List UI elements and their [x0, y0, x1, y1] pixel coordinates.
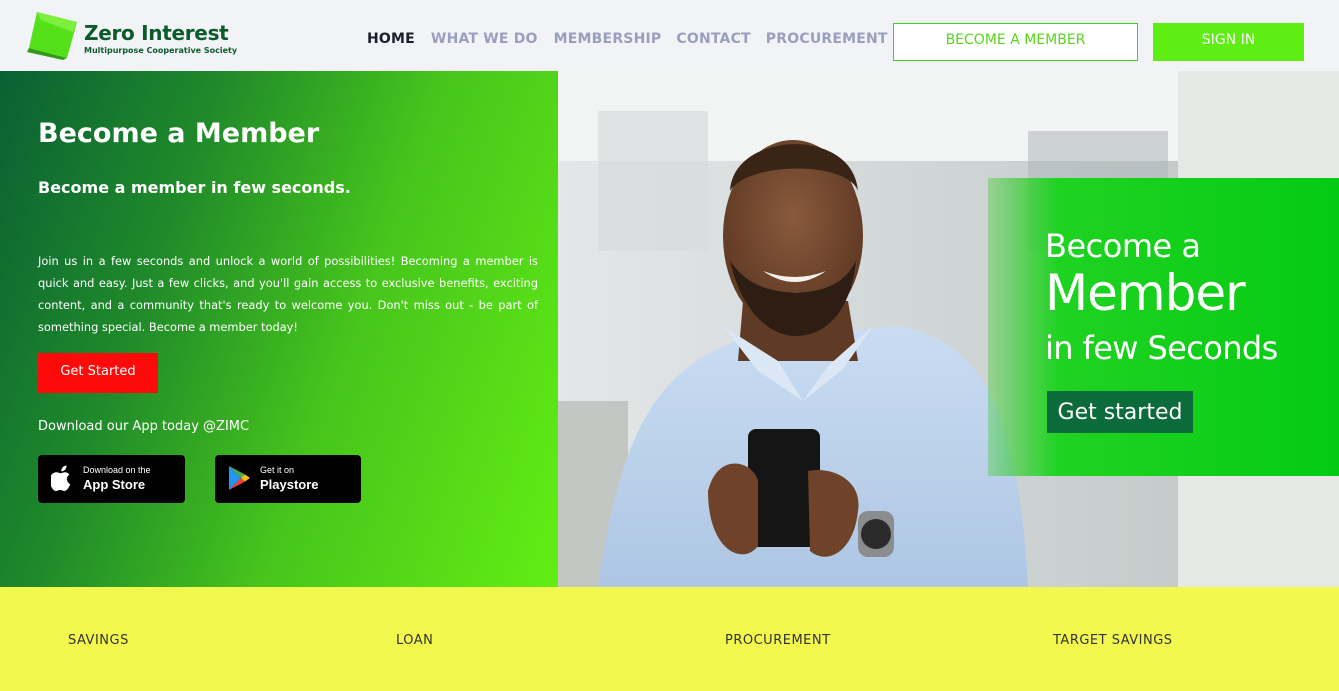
nav-procurement[interactable]: PROCUREMENT [766, 31, 888, 47]
site-header: Zero Interest Multipurpose Cooperative S… [0, 0, 1339, 71]
service-savings[interactable]: SAVINGS [68, 633, 129, 648]
nav-contact[interactable]: CONTACT [676, 31, 750, 47]
hero-section: Become a Member Become a member in few s… [0, 71, 558, 587]
play-store-small-text: Get it on [260, 465, 295, 475]
nav-membership[interactable]: MEMBERSHIP [554, 31, 662, 47]
become-member-button[interactable]: BECOME A MEMBER [893, 23, 1138, 61]
hero-description: Join us in a few seconds and unlock a wo… [38, 254, 538, 334]
get-started-button[interactable]: Get Started [38, 353, 158, 393]
play-store-label: Playstore [260, 477, 319, 492]
service-procurement[interactable]: PROCUREMENT [725, 633, 831, 648]
app-store-button[interactable]: Download on the App Store [38, 455, 185, 503]
sign-in-button[interactable]: SIGN IN [1153, 23, 1304, 61]
google-play-icon [229, 466, 250, 490]
hero-title: Become a Member [38, 118, 320, 149]
brand-title: Zero Interest [84, 21, 229, 45]
main-nav: HOME WHAT WE DO MEMBERSHIP CONTACT PROCU… [367, 31, 888, 47]
hero-subtitle: Become a member in few seconds. [38, 178, 351, 197]
promo-line-2: Member [1045, 264, 1246, 322]
apple-icon [51, 465, 71, 491]
service-loan[interactable]: LOAN [396, 633, 433, 648]
service-target-savings[interactable]: TARGET SAVINGS [1053, 633, 1173, 648]
promo-line-1: Become a [1045, 227, 1201, 265]
promo-get-started-button[interactable]: Get started [1047, 391, 1193, 433]
play-store-button[interactable]: Get it on Playstore [215, 455, 361, 503]
promo-line-3: in few Seconds [1045, 329, 1278, 367]
brand-logo[interactable]: Zero Interest Multipurpose Cooperative S… [27, 10, 257, 60]
nav-home[interactable]: HOME [367, 31, 415, 47]
app-store-small-text: Download on the [83, 465, 151, 475]
app-store-label: App Store [83, 477, 146, 492]
nav-what-we-do[interactable]: WHAT WE DO [431, 31, 538, 47]
brand-subtitle: Multipurpose Cooperative Society [84, 46, 238, 55]
download-app-label: Download our App today @ZIMC [38, 419, 250, 434]
logo-icon [27, 12, 77, 60]
services-band: SAVINGS LOAN PROCUREMENT TARGET SAVINGS [0, 587, 1339, 691]
promo-banner: Become a Member in few Seconds Get start… [988, 178, 1339, 476]
